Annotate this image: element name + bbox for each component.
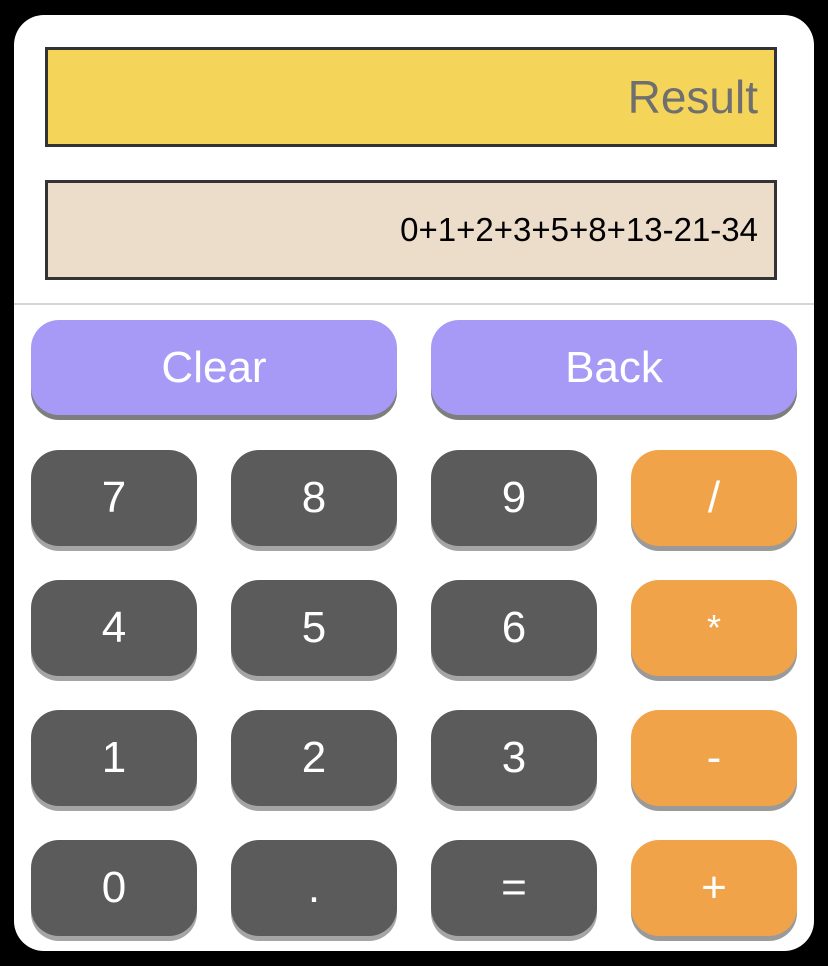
key-7-button[interactable]: 7 xyxy=(31,450,197,546)
multiply-button[interactable]: * xyxy=(631,580,797,676)
key-6-button[interactable]: 6 xyxy=(431,580,597,676)
key-8-button[interactable]: 8 xyxy=(231,450,397,546)
divider xyxy=(14,303,814,305)
calculator-panel: Result 0+1+2+3+5+8+13-21-34 Clear Back 7… xyxy=(14,15,814,951)
key-0-button[interactable]: 0 xyxy=(31,840,197,936)
key-1-button[interactable]: 1 xyxy=(31,710,197,806)
back-button[interactable]: Back xyxy=(431,320,797,415)
key-4-button[interactable]: 4 xyxy=(31,580,197,676)
clear-button[interactable]: Clear xyxy=(31,320,397,415)
divide-button[interactable]: / xyxy=(631,450,797,546)
key-5-button[interactable]: 5 xyxy=(231,580,397,676)
equals-button[interactable]: = xyxy=(431,840,597,936)
subtract-button[interactable]: - xyxy=(631,710,797,806)
expression-text: 0+1+2+3+5+8+13-21-34 xyxy=(400,211,758,248)
key-3-button[interactable]: 3 xyxy=(431,710,597,806)
result-display: Result xyxy=(45,47,777,147)
add-button[interactable]: + xyxy=(631,840,797,936)
result-text: Result xyxy=(627,71,758,123)
key-9-button[interactable]: 9 xyxy=(431,450,597,546)
key-2-button[interactable]: 2 xyxy=(231,710,397,806)
decimal-button[interactable]: . xyxy=(231,840,397,936)
expression-display: 0+1+2+3+5+8+13-21-34 xyxy=(45,180,777,280)
